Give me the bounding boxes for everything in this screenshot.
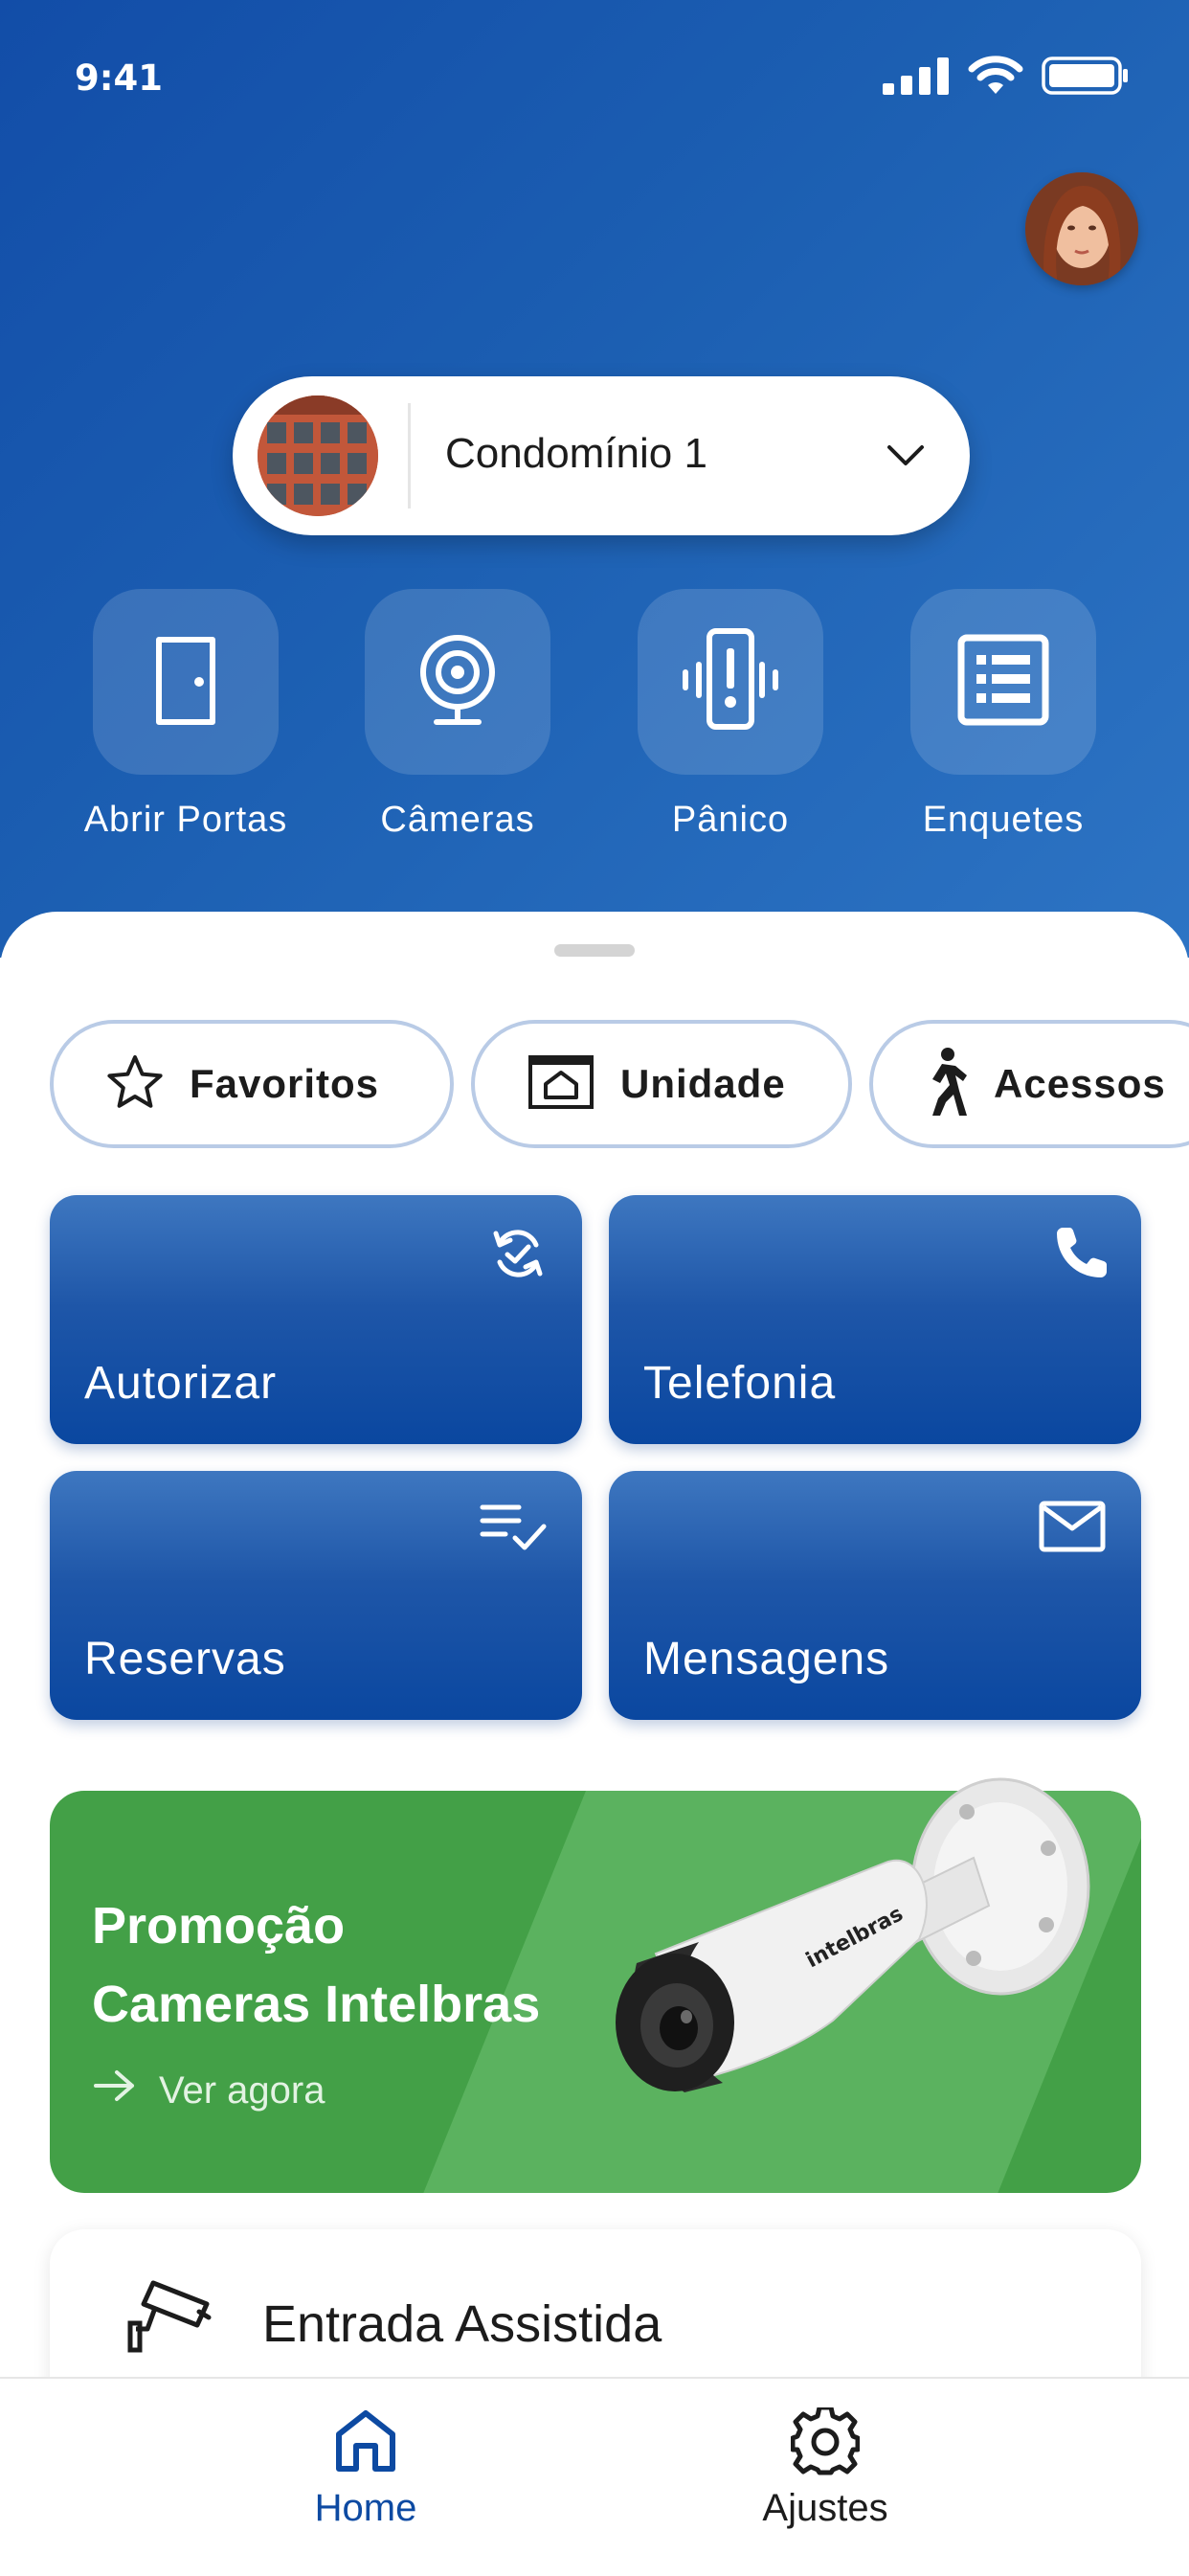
cellular-signal-icon	[883, 56, 950, 100]
chip-label: Acessos	[994, 1061, 1166, 1106]
gear-icon	[790, 2405, 861, 2480]
selector-divider	[408, 403, 411, 508]
phone-icon	[1051, 1224, 1107, 1284]
wifi-icon	[967, 56, 1024, 101]
quick-action-polls[interactable]: Enquetes	[888, 589, 1118, 841]
card-mensagens[interactable]: Mensagens	[609, 1471, 1141, 1720]
status-time: 9:41	[75, 57, 164, 99]
chevron-down-icon[interactable]	[884, 434, 928, 483]
condo-selector[interactable]: Condomínio 1	[233, 376, 970, 535]
chip-acessos[interactable]: Acessos	[869, 1020, 1189, 1148]
quick-action-label: Enquetes	[922, 800, 1085, 840]
walking-person-icon	[919, 1047, 969, 1122]
chip-label: Favoritos	[190, 1061, 380, 1106]
chip-label: Unidade	[620, 1061, 786, 1106]
door-icon	[142, 632, 230, 733]
condo-name: Condomínio 1	[445, 430, 707, 477]
assisted-entry-label: Entrada Assistida	[262, 2295, 662, 2353]
quick-action-label: Abrir Portas	[83, 800, 288, 840]
sync-check-icon	[488, 1224, 548, 1288]
sheet-drag-handle[interactable]	[554, 944, 635, 957]
list-icon	[957, 634, 1049, 731]
quick-action-panic[interactable]: Pânico	[616, 589, 845, 841]
tab-home[interactable]: Home	[251, 2407, 481, 2530]
quick-action-cameras[interactable]: Câmeras	[343, 589, 572, 841]
promo-title-line1: Promoção	[92, 1897, 346, 1955]
promo-title-line2: Cameras Intelbras	[92, 1976, 541, 2033]
chip-favoritos[interactable]: Favoritos	[50, 1020, 454, 1148]
panic-vibrate-icon	[673, 627, 788, 737]
checklist-icon	[479, 1500, 548, 1558]
card-telefonia[interactable]: Telefonia	[609, 1195, 1141, 1444]
arrow-right-icon	[92, 2067, 138, 2114]
quick-action-bubble	[93, 589, 279, 775]
quick-action-label: Pânico	[671, 800, 790, 840]
quick-action-bubble	[638, 589, 823, 775]
profile-avatar[interactable]	[1025, 172, 1138, 285]
card-label: Telefonia	[643, 1358, 837, 1409]
tab-label: Home	[314, 2487, 417, 2529]
card-label: Mensagens	[643, 1634, 890, 1684]
webcam-icon	[412, 632, 504, 733]
quick-action-open-doors[interactable]: Abrir Portas	[71, 589, 301, 841]
card-reservas[interactable]: Reservas	[50, 1471, 582, 1720]
status-icons	[883, 56, 1130, 101]
star-icon	[105, 1053, 165, 1116]
promo-cta-label: Ver agora	[159, 2068, 325, 2112]
mail-icon	[1038, 1500, 1107, 1558]
card-label: Reservas	[84, 1634, 286, 1684]
quick-action-label: Câmeras	[380, 800, 535, 840]
quick-action-bubble	[910, 589, 1096, 775]
card-label: Autorizar	[84, 1358, 278, 1409]
chip-unidade[interactable]: Unidade	[471, 1020, 852, 1148]
security-camera-image: intelbras	[598, 1762, 1096, 2131]
quick-action-bubble	[365, 589, 550, 775]
home-icon	[331, 2410, 400, 2480]
promo-cta-link[interactable]: Ver agora	[92, 2067, 325, 2114]
card-autorizar[interactable]: Autorizar	[50, 1195, 582, 1444]
condo-thumbnail	[258, 395, 378, 516]
bottom-tab-bar: Home Ajustes	[0, 2377, 1189, 2576]
tab-ajustes[interactable]: Ajustes	[710, 2405, 940, 2530]
tab-label: Ajustes	[762, 2487, 888, 2529]
battery-icon	[1042, 56, 1130, 101]
unit-home-icon	[527, 1053, 595, 1116]
security-camera-icon	[126, 2275, 213, 2366]
